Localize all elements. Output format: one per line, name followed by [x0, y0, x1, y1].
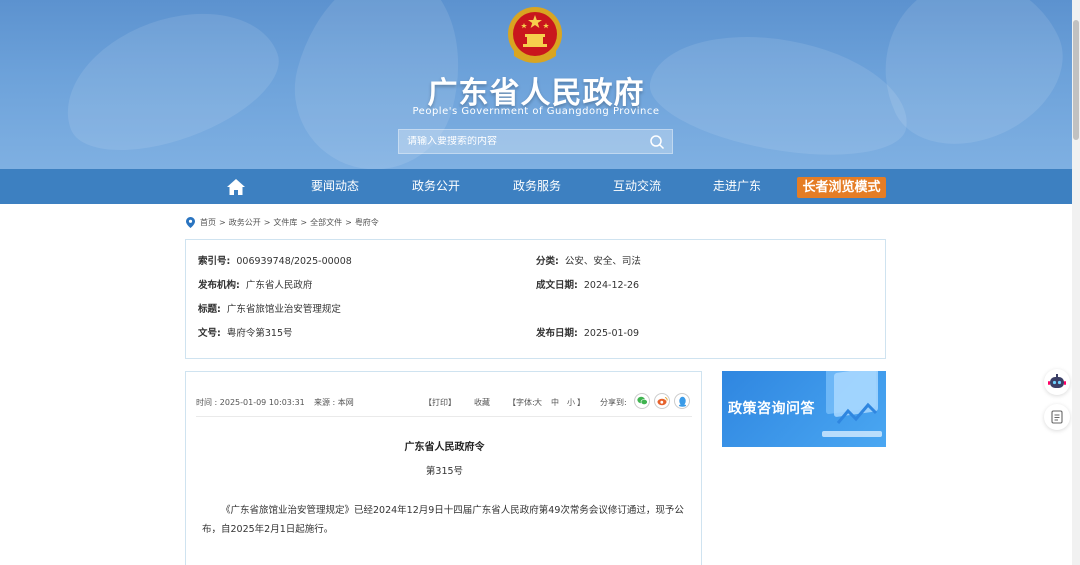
- breadcrumb-current[interactable]: 粤府令: [355, 217, 379, 228]
- doc-body-paragraph: 《广东省旅馆业治安管理规定》已经2024年12月9日十四届广东省人民政府第49次…: [202, 505, 684, 535]
- info-issuer: 发布机构: 广东省人民政府: [198, 277, 312, 291]
- robot-assistant-icon: [1048, 374, 1066, 388]
- article-source: 来源 : 本网: [314, 398, 354, 407]
- info-index-label: 索引号:: [198, 256, 231, 267]
- info-index: 索引号: 006939748/2025-00008: [198, 253, 352, 267]
- doc-title: 广东省人民政府令: [404, 442, 485, 453]
- share-label: 分享到:: [600, 398, 627, 407]
- document-icon: [1051, 410, 1063, 424]
- share-qq-button[interactable]: [674, 393, 690, 409]
- info-published-date: 发布日期: 2025-01-09: [536, 325, 639, 339]
- font-size-medium-button[interactable]: 中: [551, 397, 559, 408]
- info-issuer-value: 广东省人民政府: [245, 280, 313, 291]
- site-subtitle: People's Government of Guangdong Provinc…: [412, 106, 660, 117]
- info-created-label: 成文日期:: [536, 280, 578, 291]
- info-category: 分类: 公安、安全、司法: [536, 253, 641, 267]
- breadcrumb-gov-affairs[interactable]: 政务公开: [229, 217, 261, 228]
- info-index-value: 006939748/2025-00008: [236, 256, 352, 267]
- breadcrumb-file-library[interactable]: 文件库: [273, 217, 297, 228]
- search-button[interactable]: [642, 129, 672, 154]
- qq-icon: [678, 396, 686, 407]
- font-size-prefix: 【字体:: [508, 398, 535, 407]
- info-title: 标题: 广东省旅馆业治安管理规定: [198, 301, 341, 315]
- article-meta-bar: 时间 : 2025-01-09 10:03:31 来源 : 本网 【打印】 收藏…: [196, 393, 692, 413]
- breadcrumb-separator: >: [219, 217, 226, 227]
- doc-number: 第315号: [425, 466, 464, 477]
- ai-assistant-button[interactable]: [1044, 369, 1070, 395]
- article-divider: [196, 416, 692, 417]
- breadcrumb-separator: >: [263, 217, 271, 227]
- info-category-value: 公安、安全、司法: [564, 256, 641, 267]
- info-category-label: 分类:: [536, 256, 559, 267]
- search-icon: [650, 134, 665, 149]
- breadcrumb-separator: >: [345, 217, 352, 227]
- nav-item-about[interactable]: 走进广东: [702, 169, 772, 204]
- nav-item-services[interactable]: 政务服务: [502, 169, 572, 204]
- header-banner: 广东省人民政府 People's Government of Guangdong…: [0, 0, 1072, 169]
- breadcrumb-all-files[interactable]: 全部文件: [310, 217, 342, 228]
- elder-mode-button[interactable]: 长者浏览模式: [797, 177, 886, 198]
- wechat-icon: [636, 396, 648, 405]
- location-pin-icon: [186, 216, 195, 228]
- document-info-box: 索引号: 006939748/2025-00008 分类: 公安、安全、司法 发…: [185, 239, 886, 359]
- policy-qa-banner[interactable]: 政策咨询问答: [722, 371, 886, 447]
- share-wechat-button[interactable]: [634, 393, 650, 409]
- info-created-value: 2024-12-26: [583, 280, 640, 291]
- info-docno-value: 粤府令第315号: [226, 328, 293, 339]
- main-nav: 要闻动态 政务公开 政务服务 互动交流 走进广东: [0, 169, 1072, 204]
- article-time: 时间 : 2025-01-09 10:03:31: [196, 398, 305, 407]
- print-button[interactable]: 【打印】: [424, 397, 456, 408]
- share-weibo-button[interactable]: [654, 393, 670, 409]
- search-bar: [398, 129, 673, 154]
- font-size-large-button[interactable]: 大: [534, 397, 542, 408]
- home-icon[interactable]: [226, 178, 246, 196]
- weibo-icon: [657, 397, 668, 406]
- nav-item-interaction[interactable]: 互动交流: [602, 169, 672, 204]
- info-published-value: 2025-01-09: [583, 328, 640, 339]
- font-size-small-button[interactable]: 小: [567, 397, 575, 408]
- font-size-suffix: 】: [577, 398, 585, 407]
- page: 广东省人民政府 People's Government of Guangdong…: [0, 0, 1080, 565]
- info-doc-number: 文号: 粤府令第315号: [198, 325, 293, 339]
- scrollbar-thumb[interactable]: [1073, 20, 1079, 140]
- info-published-label: 发布日期:: [536, 328, 578, 339]
- nav-item-gov-affairs[interactable]: 政务公开: [401, 169, 471, 204]
- national-emblem-icon: [508, 7, 562, 63]
- search-input[interactable]: [399, 136, 642, 147]
- article-content: 时间 : 2025-01-09 10:03:31 来源 : 本网 【打印】 收藏…: [185, 371, 702, 565]
- breadcrumb-separator: >: [300, 217, 308, 227]
- document-tool-button[interactable]: [1044, 404, 1070, 430]
- breadcrumb: 首页 > 政务公开 > 文件库 > 全部文件 > 粤府令: [186, 215, 379, 229]
- info-issuer-label: 发布机构:: [198, 280, 240, 291]
- nav-item-news[interactable]: 要闻动态: [300, 169, 370, 204]
- page-scrollbar[interactable]: [1072, 0, 1080, 565]
- breadcrumb-home[interactable]: 首页: [200, 217, 216, 228]
- favorite-button[interactable]: 收藏: [474, 397, 490, 408]
- info-title-value: 广东省旅馆业治安管理规定: [226, 304, 341, 315]
- policy-qa-title: 政策咨询问答: [728, 401, 815, 417]
- info-title-label: 标题:: [198, 304, 221, 315]
- info-created-date: 成文日期: 2024-12-26: [536, 277, 639, 291]
- info-docno-label: 文号:: [198, 328, 221, 339]
